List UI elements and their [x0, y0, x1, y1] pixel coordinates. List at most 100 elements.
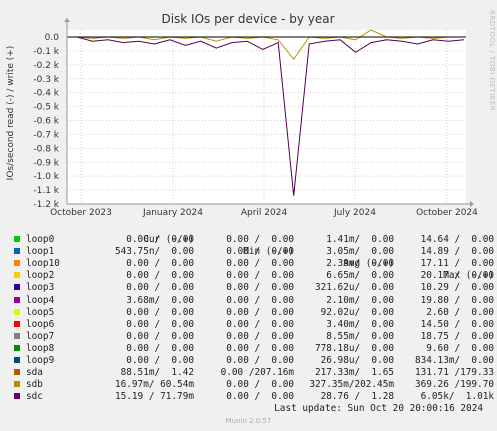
legend-row-loop4: loop4 3.68m/ 0.00 0.00 / 0.00 2.10m/ 0.00 19… — [14, 295, 494, 307]
legend-cur: 0.00 / 0.00 — [126, 342, 194, 354]
legend-avg: 321.62u/ 0.00 — [314, 282, 394, 294]
legend-min: 0.00 / 0.00 — [226, 258, 294, 270]
legend-row-sdb: sdb 16.97m/ 60.54m 0.00 / 0.00 327.35m/202.… — [14, 379, 494, 391]
legend-row-loop6: loop6 0.00 / 0.00 0.00 / 0.00 3.40m/ 0.00 14… — [14, 319, 494, 331]
legend-name: loop6 — [26, 318, 55, 330]
legend-max: 2.60 / 0.00 — [426, 306, 494, 318]
legend-max: 9.60 / 0.00 — [426, 342, 494, 354]
legend-row-loop7: loop7 0.00 / 0.00 0.00 / 0.00 8.55m/ 0.00 18… — [14, 331, 494, 343]
legend-cur: 15.19 / 71.79m — [114, 391, 194, 403]
legend-name: loop10 — [26, 258, 60, 270]
legend-min: 0.00 / 0.00 — [226, 330, 294, 342]
legend-avg: 28.76 / 1.28 — [320, 391, 394, 403]
legend-min: 0.00 /207.16m — [220, 367, 294, 379]
legend-swatch — [14, 284, 20, 291]
legend-row-sdc: sdc 15.19 / 71.79m 0.00 / 0.00 28.76 / 1.28… — [14, 391, 494, 403]
y-tick-label: 0.0 — [45, 33, 60, 43]
legend-cur: 543.75n/ 0.00 — [114, 246, 194, 258]
legend-row-loop8: loop8 0.00 / 0.00 0.00 / 0.00 778.18u/ 0.00… — [14, 343, 494, 355]
legend-name: loop1 — [26, 246, 55, 258]
x-axis-arrow-icon — [470, 201, 474, 207]
legend-row-loop1: loop1 543.75n/ 0.00 0.00 / 0.00 3.05m/ 0.00… — [14, 246, 494, 258]
legend-row-loop3: loop3 0.00 / 0.00 0.00 / 0.00 321.62u/ 0.00… — [14, 282, 494, 294]
legend-row-loop0: loop0 0.00 / 0.00 0.00 / 0.00 1.41m/ 0.00 14… — [14, 234, 494, 246]
legend-min: 0.00 / 0.00 — [226, 342, 294, 354]
x-ticks: October 2023 January 2024 April 2024 July 2… — [50, 208, 478, 218]
y-tick-label: -0.6 k — [33, 117, 59, 127]
legend-rows: loop0 0.00 / 0.00 0.00 / 0.00 1.41m/ 0.00 14… — [14, 234, 494, 403]
legend-avg: 778.18u/ 0.00 — [314, 342, 394, 354]
legend-swatch — [14, 369, 20, 376]
legend-cur: 0.00 / 0.00 — [126, 330, 194, 342]
last-update: Last update: Sun Oct 20 20:00:16 2024 — [274, 403, 483, 414]
legend-avg: 6.65m/ 0.00 — [326, 270, 394, 282]
chart-canvas: Disk IOs per device - by year IOs/second… — [6, 12, 478, 218]
legend-max: 14.50 / 0.00 — [420, 318, 494, 330]
legend-min: 0.00 / 0.00 — [226, 234, 294, 246]
legend-avg: 2.10m/ 0.00 — [326, 294, 394, 306]
legend-max: 6.05k/ 1.01k — [420, 391, 494, 403]
legend-min: 0.00 / 0.00 — [226, 318, 294, 330]
legend-name: loop5 — [26, 306, 55, 318]
y-axis-label: IOs/second read (-) / write (+) — [6, 46, 16, 181]
legend-avg: 1.41m/ 0.00 — [326, 234, 394, 246]
legend-name: loop7 — [26, 330, 55, 342]
legend-swatch — [14, 260, 20, 267]
legend-name: sdc — [26, 391, 43, 403]
legend-swatch — [14, 320, 20, 327]
legend-swatch — [14, 381, 20, 388]
legend-name: sda — [26, 367, 43, 379]
legend-avg: 8.55m/ 0.00 — [326, 330, 394, 342]
legend-cur: 0.00 / 0.00 — [126, 318, 194, 330]
legend-swatch — [14, 248, 20, 255]
legend-cur: 0.00 / 0.00 — [126, 270, 194, 282]
legend-name: loop0 — [26, 234, 55, 246]
legend-table: Cur (-/+) Min (-/+) Avg (-/+) Max (-/+) … — [14, 222, 494, 403]
y-tick-label: -0.2 k — [33, 61, 59, 71]
x-tick-label: July 2024 — [333, 208, 376, 218]
legend-max: 14.64 / 0.00 — [420, 234, 494, 246]
legend-cur: 0.00 / 0.00 — [126, 234, 194, 246]
legend-cur: 3.68m/ 0.00 — [126, 294, 194, 306]
legend-name: loop8 — [26, 342, 55, 354]
legend-cur: 0.00 / 0.00 — [126, 306, 194, 318]
x-tick-label: October 2024 — [416, 208, 478, 218]
legend-avg: 2.39m/ 0.00 — [326, 258, 394, 270]
legend-max: 131.71 /179.33 — [414, 367, 494, 379]
legend-swatch — [14, 357, 20, 364]
legend-cur: 0.00 / 0.00 — [126, 355, 194, 367]
legend-avg: 3.05m/ 0.00 — [326, 246, 394, 258]
legend-min: 0.00 / 0.00 — [226, 282, 294, 294]
legend-avg: 3.40m/ 0.00 — [326, 318, 394, 330]
legend-max: 14.89 / 0.00 — [420, 246, 494, 258]
legend-swatch — [14, 236, 20, 243]
legend-max: 17.11 / 0.00 — [420, 258, 494, 270]
y-tick-label: -0.9 k — [33, 158, 59, 168]
legend-avg: 217.33m/ 1.65 — [314, 367, 394, 379]
legend-swatch — [14, 393, 20, 400]
legend-max: 369.26 /199.70 — [414, 379, 494, 391]
legend-swatch — [14, 344, 20, 351]
y-tick-label: -0.3 k — [33, 75, 59, 85]
chart-title: Disk IOs per device - by year — [161, 12, 334, 26]
legend-swatch — [14, 296, 20, 303]
legend-min: 0.00 / 0.00 — [226, 391, 294, 403]
legend-max: 20.17 / 0.00 — [420, 270, 494, 282]
y-axis-arrow-icon — [64, 18, 70, 22]
legend-name: sdb — [26, 379, 43, 391]
legend-min: 0.00 / 0.00 — [226, 246, 294, 258]
y-tick-label: -0.1 k — [33, 47, 59, 57]
legend-swatch — [14, 272, 20, 279]
x-tick-label: October 2023 — [50, 208, 112, 218]
y-tick-label: -0.8 k — [33, 144, 59, 154]
legend-row-loop10: loop10 0.00 / 0.00 0.00 / 0.00 2.39m/ 0.00 1… — [14, 258, 494, 270]
legend-max: 10.29 / 0.00 — [420, 282, 494, 294]
y-tick-label: -0.7 k — [33, 130, 59, 140]
legend-cur: 16.97m/ 60.54m — [114, 379, 194, 391]
y-tick-label: -1.0 k — [33, 172, 59, 182]
legend-swatch — [14, 332, 20, 339]
legend-avg: 327.35m/202.45m — [309, 379, 394, 391]
legend-max: 834.13m/ 0.00 — [414, 355, 494, 367]
legend-name: loop4 — [26, 294, 55, 306]
legend-min: 0.00 / 0.00 — [226, 306, 294, 318]
